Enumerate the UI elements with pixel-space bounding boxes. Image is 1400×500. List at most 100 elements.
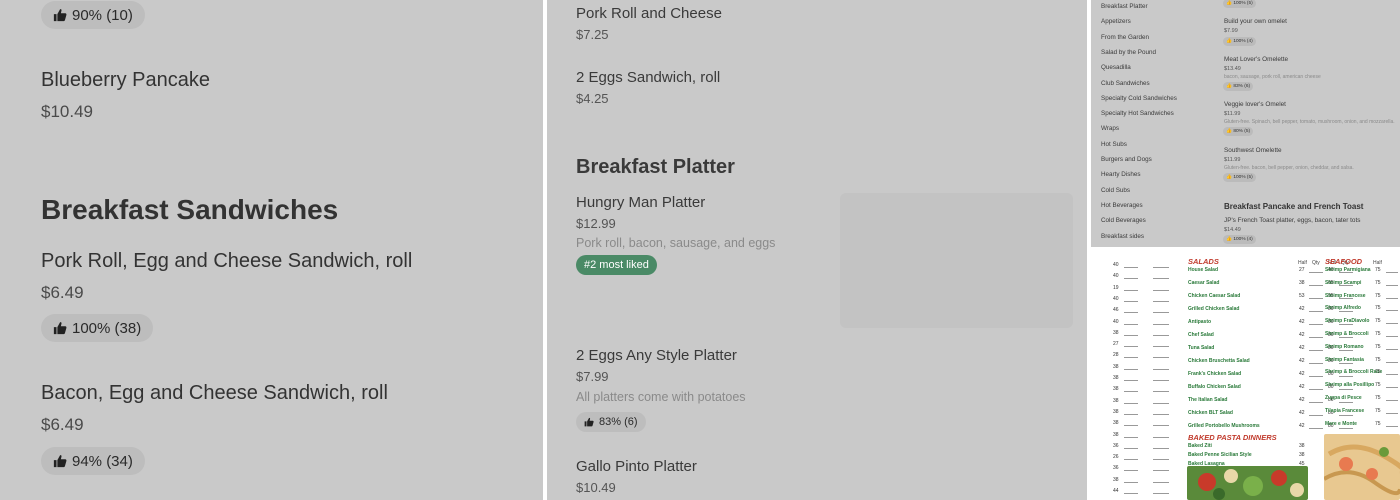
item-name: Meat Lover's Omelette: [1224, 56, 1289, 63]
qty-blank: [1153, 391, 1169, 393]
salad-item-name: Caesar Salad: [1188, 280, 1220, 286]
salad-half-price: 42: [1299, 345, 1305, 351]
sidebar-category-item[interactable]: Hot Beverages: [1101, 202, 1143, 209]
qty-blank: [1153, 368, 1169, 370]
sidebar-category-item[interactable]: Hearty Dishes: [1101, 171, 1141, 178]
salad-half-price: 42: [1299, 371, 1305, 377]
qty-blank: [1153, 357, 1169, 359]
qty-blank: [1339, 350, 1353, 351]
seafood-half-price: 75: [1375, 331, 1381, 337]
qty-blank: [1309, 285, 1323, 286]
thumbs-up-icon: [584, 417, 594, 427]
item-price: $10.49: [41, 102, 93, 121]
sidebar-category-item[interactable]: Hot Subs: [1101, 141, 1127, 148]
item-price: $6.49: [41, 283, 84, 302]
qty-blank: [1309, 415, 1323, 416]
salad-item-name: Chicken Bruschetta Salad: [1188, 358, 1250, 364]
qty-blank: [1153, 447, 1169, 449]
qty-blank: [1124, 459, 1138, 461]
qty-blank: [1386, 400, 1398, 401]
qty-blank: [1309, 389, 1323, 390]
rating-badge: 👍 100% (4): [1223, 37, 1256, 46]
qty-blank: [1309, 298, 1323, 299]
item-name: JP's French Toast platter, eggs, bacon, …: [1224, 217, 1361, 224]
left-column-price: 28: [1113, 352, 1119, 359]
rating-text: 90% (10): [72, 6, 133, 24]
rating-text: 83% (6): [599, 416, 638, 428]
salad-half-price: 42: [1299, 332, 1305, 338]
qty-blank: [1309, 402, 1323, 403]
qty-blank: [1153, 380, 1169, 381]
qty-blank: [1153, 300, 1169, 302]
seafood-half-price: 75: [1375, 292, 1381, 299]
qty-blank: [1339, 376, 1353, 377]
sidebar-category-item[interactable]: From the Garden: [1101, 34, 1149, 41]
sidebar-category-item[interactable]: Cold Beverages: [1101, 217, 1146, 224]
item-name: 2 Eggs Any Style Platter: [576, 347, 737, 364]
left-column-price: 38: [1113, 431, 1119, 438]
sidebar-category-item[interactable]: Cold Subs: [1101, 187, 1130, 194]
qty-blank: [1124, 357, 1138, 359]
rating-badge: 👍 100% (4): [1223, 235, 1256, 244]
seafood-half-price: 75: [1375, 382, 1381, 389]
sidebar-category-item[interactable]: Appetizers: [1101, 18, 1131, 25]
sidebar-category-item[interactable]: Breakfast Platter: [1101, 3, 1148, 10]
section-heading: Breakfast Pancake and French Toast: [1224, 202, 1364, 211]
qty-blank: [1386, 412, 1398, 414]
seafood-half-price: 75: [1375, 395, 1381, 401]
item-price: $11.99: [1224, 111, 1241, 117]
qty-blank: [1386, 297, 1398, 299]
qty-blank: [1386, 310, 1398, 312]
salad-half-price: 42: [1299, 306, 1305, 312]
section-heading: Breakfast Sandwiches: [41, 194, 339, 225]
qty-blank: [1309, 311, 1323, 312]
left-column-price: 38: [1113, 329, 1119, 336]
pasta-heading: BAKED PASTA DINNERS: [1188, 433, 1277, 442]
qty-blank: [1124, 289, 1138, 291]
pasta-half-price: 38: [1299, 443, 1305, 449]
seafood-item-name: Shrimp Scampi: [1325, 279, 1362, 286]
rating-badge: 94% (34): [41, 447, 145, 475]
section-heading: Breakfast Platter: [576, 156, 735, 178]
qty-blank: [1386, 425, 1398, 427]
sidebar-category-item[interactable]: Wraps: [1101, 125, 1119, 132]
salad-half-price: 27: [1299, 267, 1305, 273]
seafood-half-price: 75: [1375, 305, 1381, 312]
seafood-half-price: 75: [1375, 420, 1381, 427]
qty-blank: [1386, 348, 1398, 350]
qty-blank: [1386, 284, 1398, 286]
rating-badge: 100% (38): [41, 314, 154, 342]
seafood-heading: SEAFOOD: [1325, 257, 1363, 266]
sidebar-category-item[interactable]: Specialty Hot Sandwiches: [1101, 110, 1174, 117]
seafood-half-price: 75: [1375, 343, 1381, 350]
item-price: $12.99: [576, 216, 616, 231]
sidebar-category-item[interactable]: Quesadilla: [1101, 64, 1131, 71]
qty-blank: [1153, 346, 1169, 348]
seafood-item-name: Shrimp Fantasia: [1325, 356, 1364, 363]
qty-blank: [1124, 267, 1138, 268]
qty-blank: [1124, 380, 1138, 381]
salad-item-name: Frank's Chicken Salad: [1188, 371, 1242, 377]
qty-blank: [1339, 415, 1353, 416]
salad-item-name: Grilled Chicken Salad: [1188, 306, 1240, 312]
rating-badge: 👍 100% (5): [1223, 173, 1256, 182]
salad-item-name: Chicken BLT Salad: [1188, 410, 1233, 416]
sidebar-category-item[interactable]: Club Sandwiches: [1101, 80, 1150, 87]
qty-blank: [1386, 323, 1398, 325]
sidebar-category-item[interactable]: Burgers and Dogs: [1101, 156, 1152, 163]
item-description: bacon, sausage, pork roll, american chee…: [1224, 74, 1321, 80]
qty-blank: [1153, 278, 1169, 280]
seafood-half-price: 75: [1375, 356, 1381, 363]
sidebar-category-item[interactable]: Specialty Cold Sandwiches: [1101, 95, 1177, 102]
salad-half-price: 53: [1299, 293, 1305, 299]
seafood-item-name: Shrimp alla Posillipo: [1325, 382, 1375, 389]
qty-blank: [1124, 493, 1138, 494]
left-column-price: 38: [1113, 375, 1119, 381]
item-name: Southwest Omelette: [1224, 147, 1282, 154]
sidebar-category-item[interactable]: Breakfast sides: [1101, 233, 1144, 240]
qty-blank: [1153, 312, 1169, 314]
salads-heading: SALADS: [1188, 257, 1219, 266]
qty-blank: [1339, 337, 1353, 338]
sidebar-category-item[interactable]: Salad by the Pound: [1101, 49, 1156, 56]
salad-photo: [1187, 466, 1308, 500]
